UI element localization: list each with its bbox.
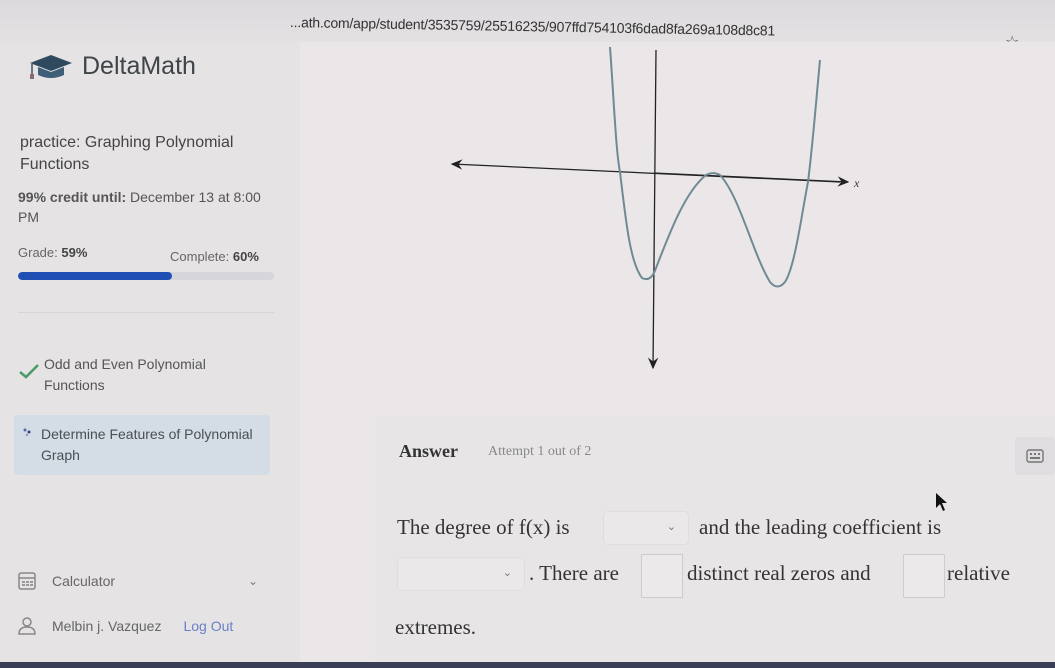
chevron-down-icon: ⌄ [502, 567, 512, 579]
topic-label: Odd and Even Polynomial Functions [43, 356, 206, 393]
progress-bar [18, 272, 274, 280]
sidebar: DeltaMath practice: Graphing Polynomial … [0, 42, 300, 668]
main-content: x Answer Attempt 1 out of 2 The degree o… [300, 42, 1055, 668]
keyboard-button[interactable] [1015, 437, 1055, 475]
keyboard-icon [1026, 449, 1044, 463]
x-axis-right [653, 172, 850, 187]
answer-title: Answer [399, 441, 458, 461]
question-text-1: The degree of f(x) is [397, 515, 570, 539]
calculator-label: Calculator [52, 573, 116, 589]
polynomial-graph: x [450, 46, 860, 370]
topic-item-determine-features[interactable]: Determine Features of Polynomial Graph [14, 415, 270, 475]
grade-value: 59% [61, 245, 88, 260]
graduation-cap-icon [30, 54, 72, 79]
complete: Complete: 60% [170, 249, 259, 264]
checkmark-icon [14, 362, 44, 385]
grade: Grade: 59% [18, 245, 87, 260]
leading-coefficient-select[interactable]: ⌄ [397, 557, 525, 591]
chevron-down-icon: ⌄ [666, 521, 676, 533]
polynomial-curve [609, 46, 821, 288]
progress-fill [18, 272, 172, 280]
degree-select[interactable]: ⌄ [603, 511, 689, 545]
chevron-down-icon[interactable]: ⌄ [248, 574, 258, 588]
question-text-6: extremes. [395, 615, 477, 639]
question-text-2: and the leading coefficient is [699, 515, 942, 539]
x-axis-label: x [853, 176, 860, 190]
logo[interactable]: DeltaMath [26, 52, 196, 81]
question-text-3: . There are [529, 561, 619, 585]
user-name: Melbin j. Vazquez [52, 618, 162, 634]
relative-extremes-input[interactable] [903, 554, 945, 598]
topic-label: Determine Features of Polynomial Graph [41, 426, 253, 463]
complete-label: Complete: [170, 249, 230, 264]
brand-name: DeltaMath [82, 52, 196, 80]
grade-label: Grade: [18, 245, 58, 260]
url-text[interactable]: ...ath.com/app/student/3535759/25516235/… [290, 14, 775, 38]
user-info: Melbin j. Vazquez Log Out [18, 617, 233, 635]
calculator-icon [18, 572, 36, 590]
attempt-counter: Attempt 1 out of 2 [488, 444, 592, 459]
complete-value: 60% [232, 249, 259, 264]
divider [18, 312, 274, 313]
credit-deadline: 99% credit until: December 13 at 8:00 PM [18, 187, 268, 227]
credit-label: 99% credit until: [18, 189, 127, 205]
y-axis [647, 49, 659, 370]
distinct-zeros-input[interactable] [641, 554, 683, 598]
calculator-toggle[interactable]: Calculator ⌄ [18, 572, 258, 590]
topic-item-odd-even[interactable]: Odd and Even Polynomial Functions [14, 354, 270, 396]
mouse-cursor-icon [936, 493, 947, 511]
browser-address-bar[interactable]: ...ath.com/app/student/3535759/25516235/… [0, 0, 1055, 51]
answer-panel: Answer Attempt 1 out of 2 The degree of … [375, 417, 1055, 668]
user-icon [18, 617, 36, 635]
practice-title: practice: Graphing Polynomial Functions [20, 134, 234, 173]
loading-dots-icon [14, 423, 41, 444]
question-text-5: relative [947, 561, 1010, 585]
logout-link[interactable]: Log Out [183, 618, 233, 634]
question-text-4: distinct real zeros and [687, 561, 871, 585]
taskbar-edge [0, 662, 1055, 668]
